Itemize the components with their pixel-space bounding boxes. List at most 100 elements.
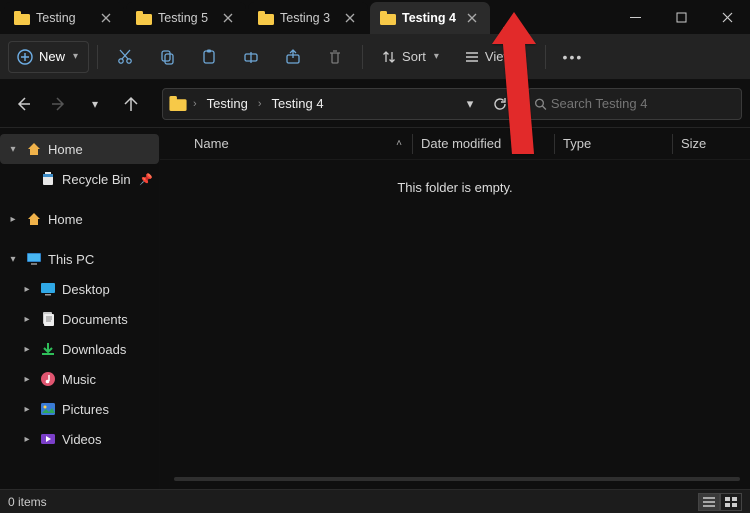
paste-button[interactable]: [190, 41, 228, 73]
column-name[interactable]: Name ˄: [174, 134, 412, 154]
tree-label: Downloads: [62, 342, 153, 357]
up-button[interactable]: [116, 89, 146, 119]
view-button[interactable]: View ▾: [454, 41, 537, 73]
search-box[interactable]: [527, 88, 742, 120]
home-icon: [26, 211, 42, 227]
breadcrumb-testing[interactable]: Testing: [203, 96, 252, 111]
tab-strip: Testing Testing 5 Testing 3 Testing 4: [0, 0, 526, 34]
window-maximize-button[interactable]: [658, 0, 704, 34]
new-tab-button[interactable]: [492, 22, 526, 34]
tab-close-icon[interactable]: [98, 10, 114, 26]
main-area: ▾ Home · Recycle Bin 📌 ▸ Home ▾ This PC …: [0, 128, 750, 489]
command-bar: New ▾ Sort ▾ View ▾ •••: [0, 34, 750, 80]
tree-label: Pictures: [62, 402, 153, 417]
refresh-button[interactable]: [486, 90, 514, 118]
window-minimize-button[interactable]: [612, 0, 658, 34]
column-size[interactable]: Size: [672, 134, 750, 154]
tree-recycle-bin[interactable]: · Recycle Bin 📌: [0, 164, 159, 194]
recent-button[interactable]: ▾: [80, 89, 110, 119]
maximize-icon: [676, 12, 687, 23]
documents-icon: [40, 311, 56, 327]
tab-testing-3[interactable]: Testing 3: [248, 2, 368, 34]
tree-videos[interactable]: ▸ Videos: [0, 424, 159, 454]
more-button[interactable]: •••: [554, 41, 592, 73]
sort-label: Sort: [402, 49, 426, 64]
tab-label: Testing 3: [280, 11, 336, 25]
tab-close-icon[interactable]: [464, 10, 480, 26]
refresh-icon: [493, 97, 507, 111]
copy-icon: [159, 49, 175, 65]
share-icon: [285, 49, 301, 65]
rename-button[interactable]: [232, 41, 270, 73]
search-icon: [534, 97, 547, 111]
tree-home[interactable]: ▾ Home: [0, 134, 159, 164]
tree-documents[interactable]: ▸ Documents: [0, 304, 159, 334]
new-button[interactable]: New ▾: [8, 41, 89, 73]
thumbnails-view-button[interactable]: [720, 493, 742, 511]
chevron-right-icon[interactable]: ▸: [20, 314, 34, 325]
share-button[interactable]: [274, 41, 312, 73]
arrow-right-icon: [51, 96, 67, 112]
copy-button[interactable]: [148, 41, 186, 73]
column-type[interactable]: Type: [554, 134, 672, 154]
search-input[interactable]: [551, 96, 735, 111]
tab-testing-5[interactable]: Testing 5: [126, 2, 246, 34]
address-bar[interactable]: › Testing › Testing 4 ▾: [162, 88, 521, 120]
window-close-button[interactable]: [704, 0, 750, 34]
tree-this-pc[interactable]: ▾ This PC: [0, 244, 159, 274]
monitor-icon: [26, 251, 42, 267]
rename-icon: [243, 49, 259, 65]
tree-label: Music: [62, 372, 153, 387]
chevron-down-icon: ▾: [467, 96, 474, 112]
view-toggle: [698, 493, 742, 511]
chevron-right-icon[interactable]: ›: [191, 98, 199, 110]
delete-button[interactable]: [316, 41, 354, 73]
tree-pictures[interactable]: ▸ Pictures: [0, 394, 159, 424]
tree-downloads[interactable]: ▸ Downloads: [0, 334, 159, 364]
column-label: Name: [194, 136, 229, 151]
chevron-down-icon[interactable]: ▾: [6, 144, 20, 155]
chevron-right-icon[interactable]: ▸: [20, 284, 34, 295]
chevron-down-icon[interactable]: ▾: [6, 254, 20, 265]
tree-label: This PC: [48, 252, 153, 267]
more-icon: •••: [563, 49, 584, 65]
tab-testing-4[interactable]: Testing 4: [370, 2, 490, 34]
chevron-right-icon[interactable]: ▸: [20, 344, 34, 355]
tab-close-icon[interactable]: [220, 10, 236, 26]
sort-button[interactable]: Sort ▾: [371, 41, 450, 73]
tab-label: Testing: [36, 11, 92, 25]
tab-label: Testing 4: [402, 11, 458, 25]
separator: [545, 45, 546, 69]
back-button[interactable]: [8, 89, 38, 119]
cut-button[interactable]: [106, 41, 144, 73]
paste-icon: [201, 49, 217, 65]
chevron-right-icon[interactable]: ›: [256, 98, 264, 110]
chevron-right-icon[interactable]: ▸: [6, 214, 20, 225]
chevron-right-icon[interactable]: ▸: [20, 404, 34, 415]
folder-icon: [14, 11, 30, 25]
sort-icon: [382, 50, 396, 64]
tree-desktop[interactable]: ▸ Desktop: [0, 274, 159, 304]
breadcrumb-testing-4[interactable]: Testing 4: [268, 96, 328, 111]
empty-folder-text: This folder is empty.: [160, 160, 750, 195]
trash-icon: [327, 49, 343, 65]
horizontal-scrollbar[interactable]: [174, 477, 740, 481]
arrow-up-icon: [123, 96, 139, 112]
chevron-right-icon[interactable]: ▸: [20, 434, 34, 445]
separator: [362, 45, 363, 69]
address-dropdown[interactable]: ▾: [456, 90, 484, 118]
details-view-button[interactable]: [698, 493, 720, 511]
tree-music[interactable]: ▸ Music: [0, 364, 159, 394]
tab-testing[interactable]: Testing: [4, 2, 124, 34]
chevron-right-icon[interactable]: ▸: [20, 374, 34, 385]
tree-home-2[interactable]: ▸ Home: [0, 204, 159, 234]
folder-icon: [136, 11, 152, 25]
column-date-modified[interactable]: Date modified: [412, 134, 554, 154]
navigation-pane[interactable]: ▾ Home · Recycle Bin 📌 ▸ Home ▾ This PC …: [0, 128, 160, 489]
tab-close-icon[interactable]: [342, 10, 358, 26]
view-label: View: [485, 49, 513, 64]
tree-label: Home: [48, 142, 153, 157]
forward-button[interactable]: [44, 89, 74, 119]
column-label: Date modified: [421, 136, 501, 151]
desktop-icon: [40, 281, 56, 297]
